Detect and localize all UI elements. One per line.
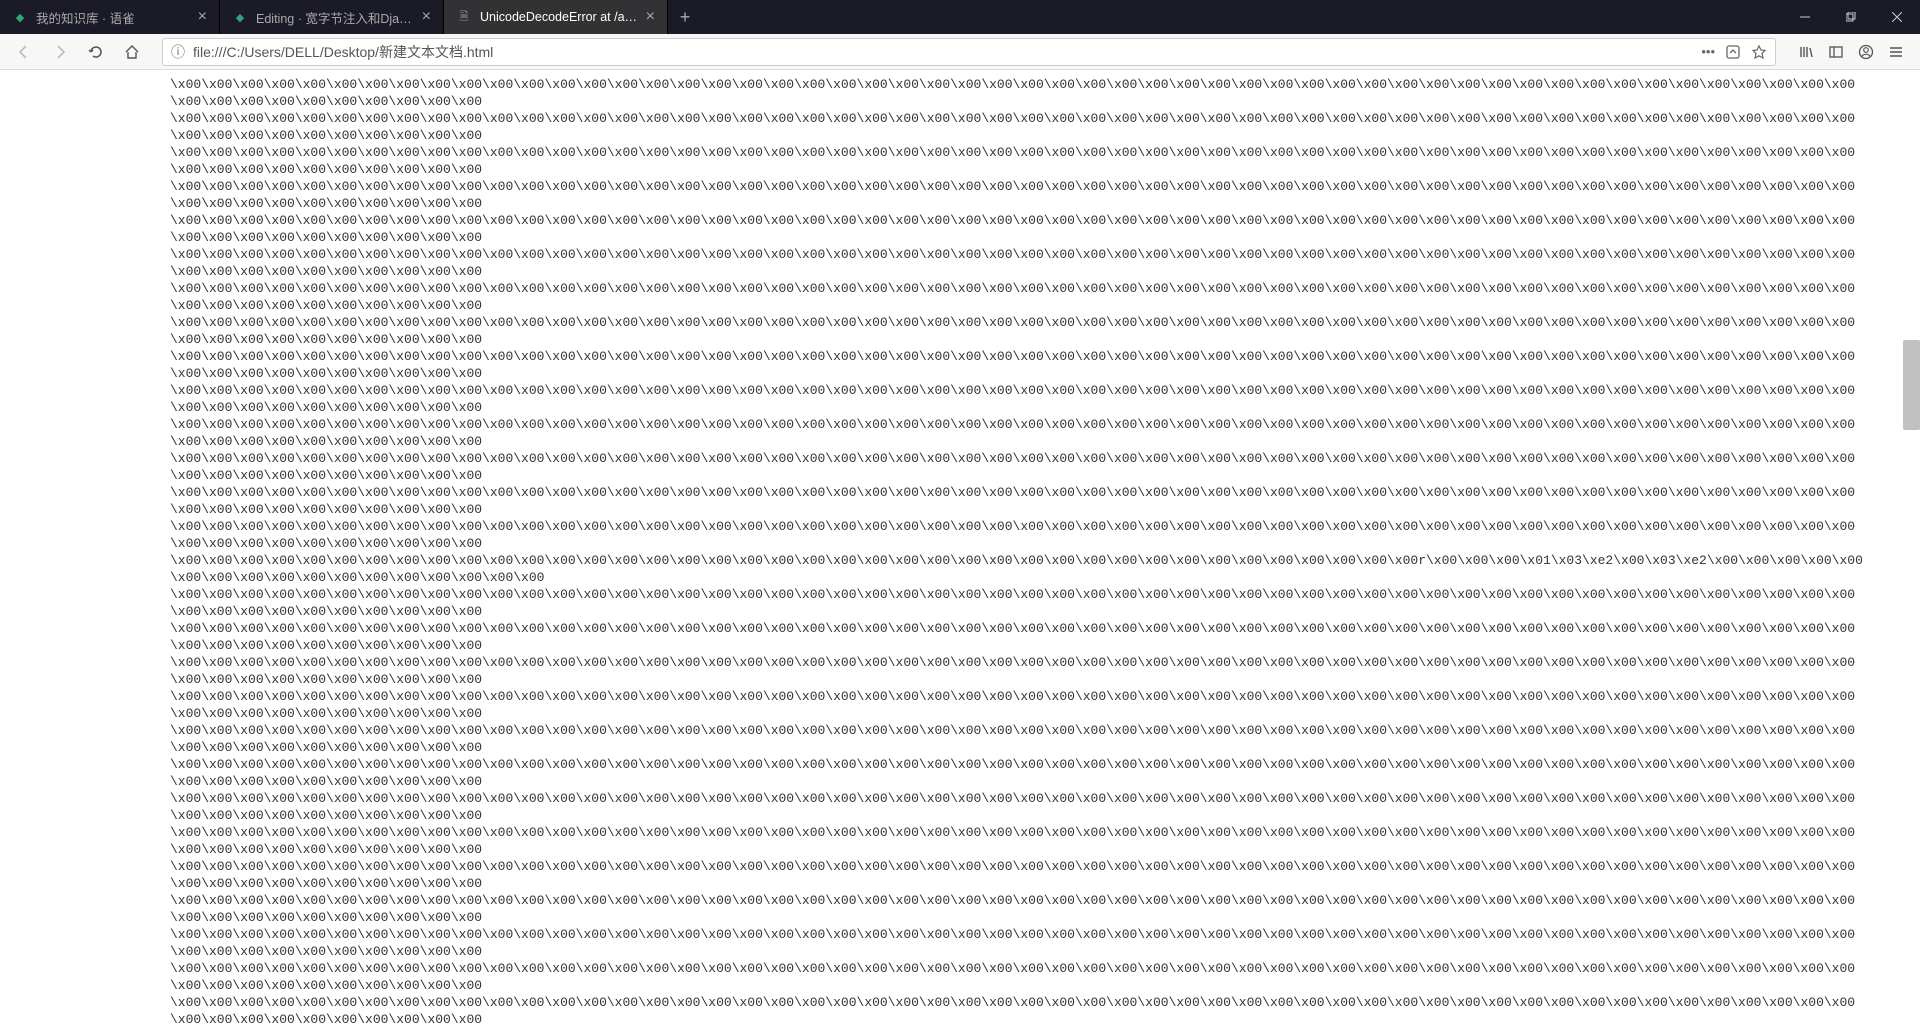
- page-content[interactable]: \x00\x00\x00\x00\x00\x00\x00\x00\x00\x00…: [0, 70, 1920, 1030]
- reload-button[interactable]: [82, 38, 110, 66]
- close-icon[interactable]: ×: [422, 9, 431, 25]
- minimize-button[interactable]: [1782, 0, 1828, 34]
- file-icon: 🗎: [456, 9, 472, 25]
- close-icon[interactable]: ×: [646, 9, 655, 25]
- tab-0[interactable]: ◆ 我的知识库 · 语雀 ×: [0, 0, 220, 34]
- browser-tabs: ◆ 我的知识库 · 语雀 × ◆ Editing · 宽字节注入和Django …: [0, 0, 1782, 34]
- tab-label: Editing · 宽字节注入和Django: [256, 8, 416, 27]
- back-button[interactable]: [10, 38, 38, 66]
- sidebar-icon[interactable]: [1828, 44, 1844, 60]
- browser-toolbar: ⓘ file:///C:/Users/DELL/Desktop/新建文本文档.h…: [0, 34, 1920, 70]
- urlbar-actions: •••: [1701, 44, 1767, 60]
- forward-button[interactable]: [46, 38, 74, 66]
- vertical-scrollbar[interactable]: [1903, 340, 1920, 430]
- library-icon[interactable]: [1798, 44, 1814, 60]
- home-button[interactable]: [118, 38, 146, 66]
- yuque-icon: ◆: [232, 9, 248, 25]
- info-icon[interactable]: ⓘ: [171, 42, 185, 62]
- tab-1[interactable]: ◆ Editing · 宽字节注入和Django ×: [220, 0, 444, 34]
- window-titlebar: ◆ 我的知识库 · 语雀 × ◆ Editing · 宽字节注入和Django …: [0, 0, 1920, 34]
- reader-icon[interactable]: [1725, 44, 1741, 60]
- account-icon[interactable]: [1858, 44, 1874, 60]
- tab-label: 我的知识库 · 语雀: [36, 8, 192, 27]
- close-icon[interactable]: ×: [198, 9, 207, 25]
- close-window-button[interactable]: [1874, 0, 1920, 34]
- maximize-button[interactable]: [1828, 0, 1874, 34]
- bookmark-icon[interactable]: [1751, 44, 1767, 60]
- url-text: file:///C:/Users/DELL/Desktop/新建文本文档.htm…: [193, 42, 1693, 62]
- page-actions-icon[interactable]: •••: [1701, 44, 1715, 59]
- new-tab-button[interactable]: +: [668, 0, 702, 34]
- address-bar[interactable]: ⓘ file:///C:/Users/DELL/Desktop/新建文本文档.h…: [162, 38, 1776, 66]
- toolbar-right: [1792, 44, 1910, 60]
- tab-2[interactable]: 🗎 UnicodeDecodeError at /api/ping ×: [444, 0, 668, 34]
- menu-icon[interactable]: [1888, 44, 1904, 60]
- yuque-icon: ◆: [12, 9, 28, 25]
- raw-binary-dump: \x00\x00\x00\x00\x00\x00\x00\x00\x00\x00…: [170, 76, 1870, 1030]
- window-controls: [1782, 0, 1920, 34]
- tab-label: UnicodeDecodeError at /api/ping: [480, 10, 640, 24]
